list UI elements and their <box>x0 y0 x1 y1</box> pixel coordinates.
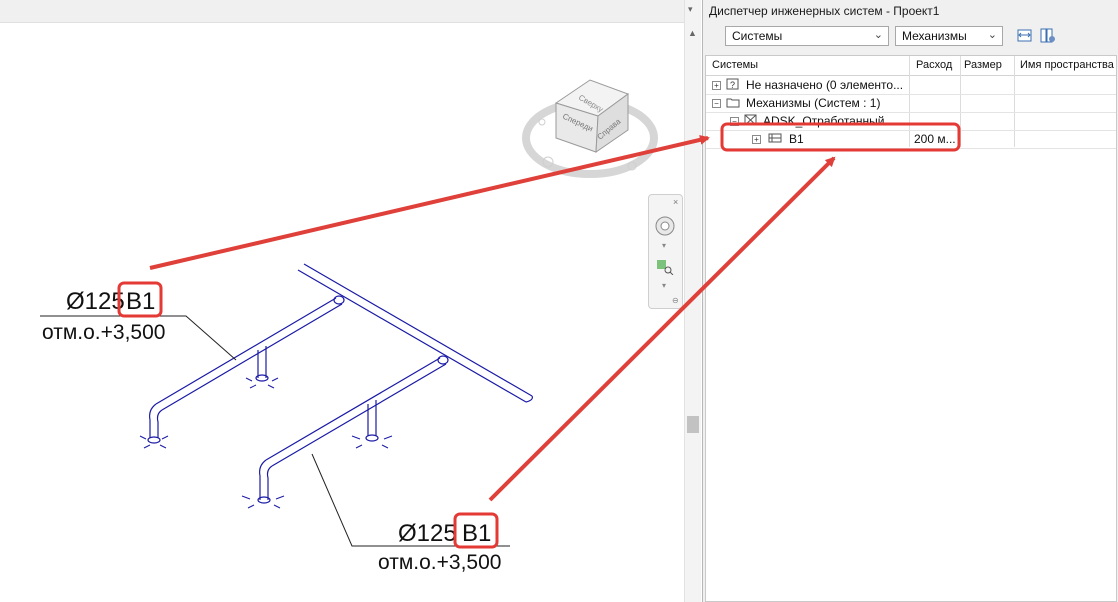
column-header-space-name[interactable]: Имя пространства <box>1020 59 1114 71</box>
viewcube[interactable]: Сверху Спереди Справа <box>522 79 658 178</box>
annotation-2-tag: В1 <box>462 520 491 547</box>
scroll-up-icon[interactable]: ▲ <box>688 28 697 38</box>
tree-expand-icon[interactable]: + <box>752 135 761 144</box>
tree-row-label: Механизмы (Систем : 1) <box>746 96 881 110</box>
drawing-viewport[interactable]: Сверху Спереди Справа Ø125 В1 отм.о.+3,5… <box>0 0 684 602</box>
duct-icon <box>768 133 782 143</box>
mechanisms-dropdown[interactable]: Механизмы ⌄ <box>895 26 1003 46</box>
annotation-2-elevation: отм.о.+3,500 <box>378 551 501 574</box>
annotation-1-elevation: отм.о.+3,500 <box>42 321 165 344</box>
tree-collapse-icon[interactable]: − <box>712 99 721 108</box>
tree-expand-icon[interactable]: + <box>712 81 721 90</box>
chevron-down-icon: ⌄ <box>987 29 997 41</box>
tree-row-v1[interactable]: + В1 200 м... <box>706 130 1116 149</box>
vertical-scrollbar[interactable]: ▾ ▲ <box>684 0 701 602</box>
folder-icon <box>726 98 740 108</box>
scroll-menu-icon[interactable]: ▾ <box>688 4 693 15</box>
tree-row-flow: 200 м... <box>914 132 956 146</box>
svg-text:?: ? <box>730 80 735 90</box>
nav-dropdown-icon[interactable]: ▾ <box>662 241 666 250</box>
systems-dropdown-value: Системы <box>732 29 783 43</box>
systems-dropdown[interactable]: Системы ⌄ <box>725 26 889 46</box>
tree-collapse-icon[interactable]: − <box>730 117 739 126</box>
tree-row-mechanisms[interactable]: − Механизмы (Систем : 1) <box>706 94 1116 113</box>
tree-row-unassigned[interactable]: + ? Не назначено (0 элементо... <box>706 76 1116 95</box>
column-settings-icon[interactable] <box>1039 27 1056 44</box>
air-terminals <box>139 377 393 509</box>
annotation-2-size: Ø125 <box>398 520 457 547</box>
nav-options-icon[interactable]: ⊖ <box>672 296 679 305</box>
mechanisms-dropdown-value: Механизмы <box>902 29 967 43</box>
tree-row-label: Не назначено (0 элементо... <box>746 78 904 92</box>
navigation-bar[interactable]: × ▾ ▾ ⊖ <box>648 194 683 309</box>
annotation-1-tag: В1 <box>126 288 155 315</box>
nav-close-icon[interactable]: × <box>673 197 678 207</box>
unassigned-icon: ? <box>726 78 739 90</box>
pipe-network[interactable] <box>147 263 533 504</box>
column-header-size[interactable]: Размер <box>964 59 1002 71</box>
grid-header: Системы Расход Размер Имя пространства <box>706 56 1116 76</box>
system-icon <box>744 114 757 126</box>
tree-row-exhaust-system[interactable]: − ADSK_Отработанный ... <box>706 112 1116 131</box>
systems-tree-grid: Системы Расход Размер Имя пространства +… <box>705 55 1117 602</box>
zoom-region-icon[interactable] <box>656 259 674 275</box>
chevron-down-icon: ⌄ <box>873 29 883 41</box>
column-header-systems[interactable]: Системы <box>712 59 758 71</box>
panel-title: Диспетчер инженерных систем - Проект1 <box>709 4 940 18</box>
scrollbar-thumb[interactable] <box>687 416 699 433</box>
system-browser-panel: Диспетчер инженерных систем - Проект1 Си… <box>702 0 1118 602</box>
drawing-canvas: Сверху Спереди Справа Ø125 В1 отм.о.+3,5… <box>40 79 658 574</box>
steering-wheel-icon[interactable] <box>654 215 676 237</box>
autofit-columns-icon[interactable] <box>1016 27 1033 44</box>
tree-row-label: В1 <box>789 132 804 146</box>
tree-row-label: ADSK_Отработанный ... <box>763 114 898 128</box>
nav-dropdown-icon[interactable]: ▾ <box>662 281 666 290</box>
column-header-flow[interactable]: Расход <box>916 59 952 71</box>
annotation-1-size: Ø125 <box>66 288 125 315</box>
